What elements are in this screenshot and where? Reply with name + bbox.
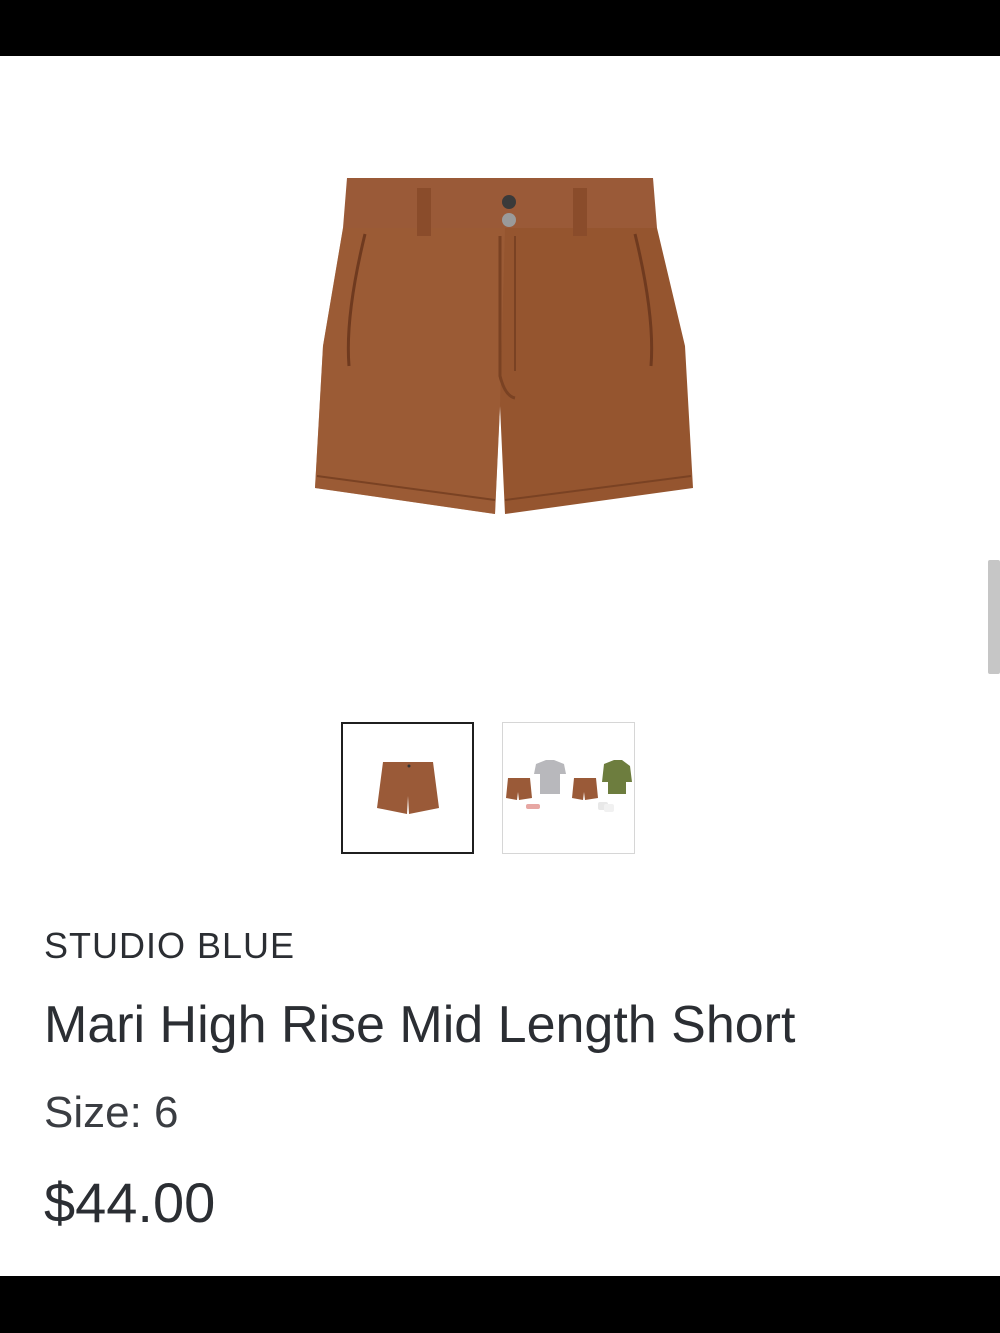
status-bar: [0, 0, 1000, 56]
product-title: Mari High Rise Mid Length Short: [44, 996, 796, 1054]
thumbnail-shorts[interactable]: [341, 722, 474, 854]
outfits-thumbnail-image: [505, 760, 632, 812]
thumbnail-outfits[interactable]: [502, 722, 635, 854]
navigation-bar: [0, 1276, 1000, 1333]
shorts-thumbnail-image: [376, 762, 439, 814]
product-brand[interactable]: STUDIO BLUE: [44, 925, 295, 967]
product-image-area[interactable]: [0, 56, 1000, 706]
product-size: Size: 6: [44, 1088, 179, 1137]
scrollbar[interactable]: [988, 560, 1000, 674]
product-price: $44.00: [44, 1171, 216, 1234]
shorts-image: [315, 178, 693, 514]
image-thumbnails: [341, 722, 635, 854]
